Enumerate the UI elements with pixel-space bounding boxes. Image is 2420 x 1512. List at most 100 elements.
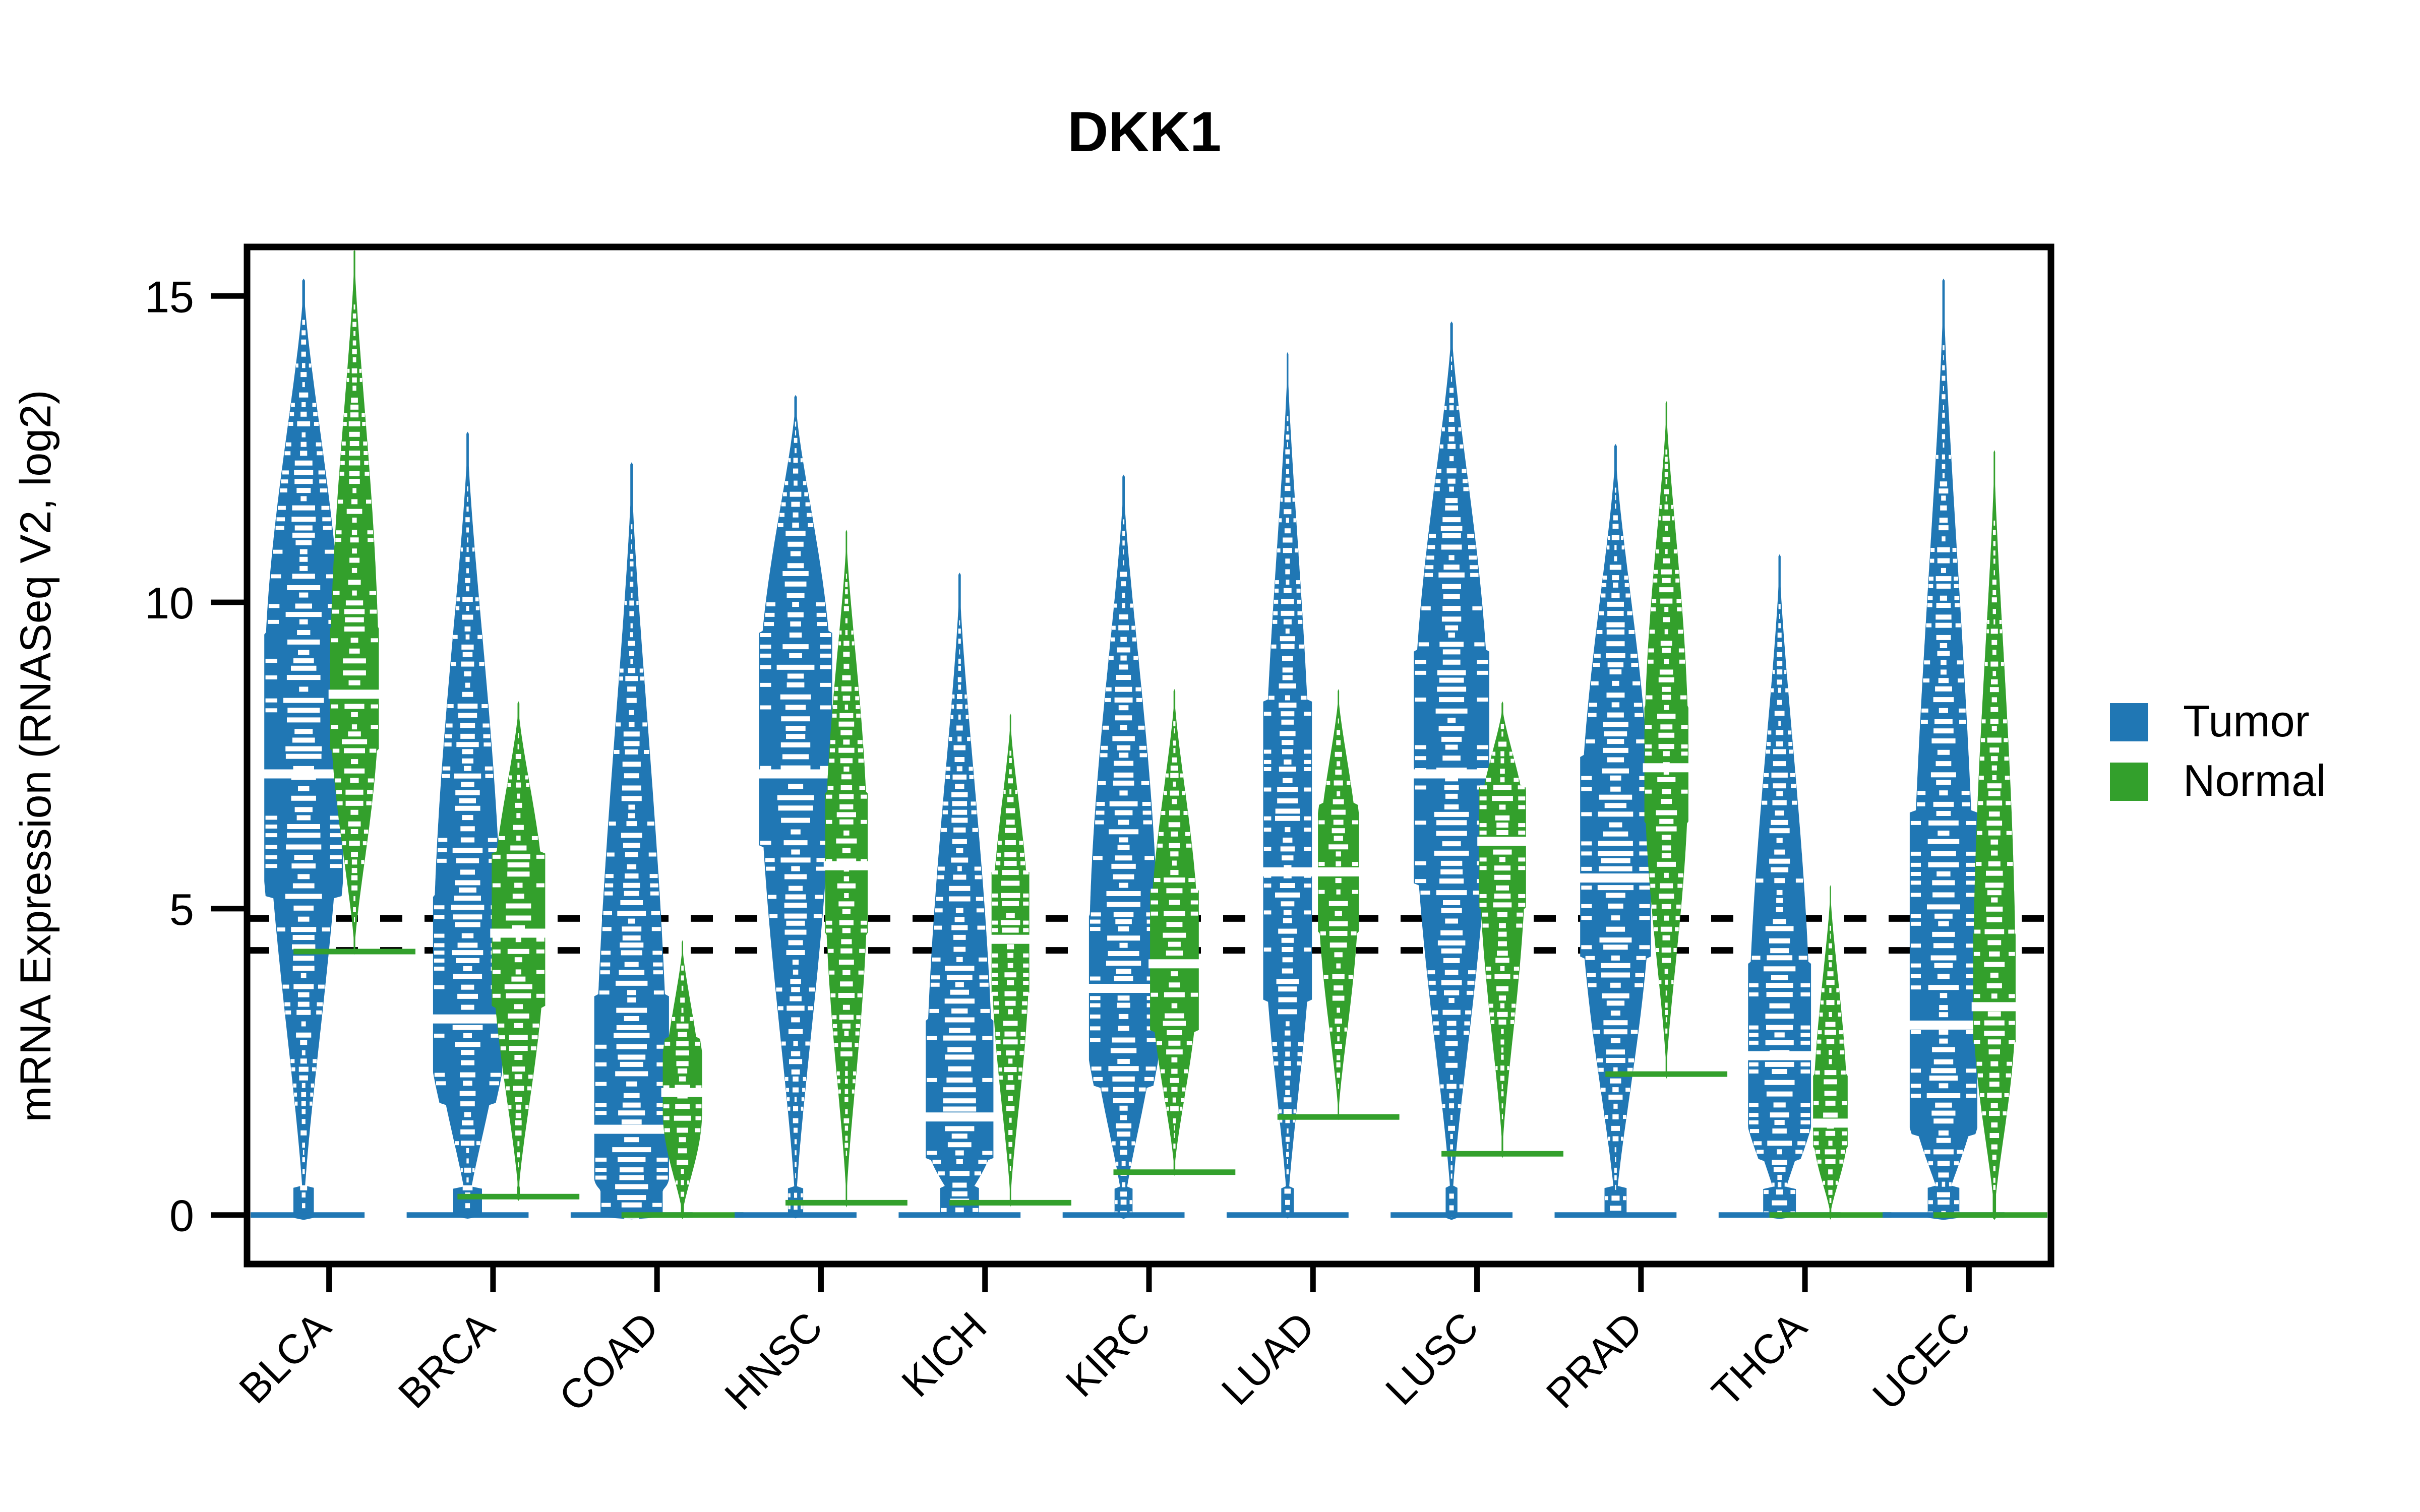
swarm-gap (1828, 1189, 1833, 1195)
swarm-gap (1286, 1169, 1289, 1175)
legend-label-normal[interactable]: Normal (2183, 755, 2326, 805)
swarm-gap (1113, 1098, 1134, 1103)
swarm-gap (457, 993, 478, 999)
swarm-gap (996, 852, 1001, 857)
swarm-gap (1829, 943, 1832, 949)
swarm-gap (622, 1102, 641, 1108)
swarm-gap (351, 568, 357, 573)
swarm-gap (1931, 738, 1956, 744)
swarm-gap (1988, 861, 2001, 867)
swarm-gap (287, 585, 321, 590)
legend-swatch-tumor[interactable] (2110, 703, 2148, 741)
swarm-gap (834, 1043, 838, 1047)
swarm-gap (506, 854, 530, 859)
swarm-gap (317, 451, 323, 456)
swarm-gap (1131, 625, 1135, 630)
swarm-gap (296, 815, 311, 821)
swarm-gap (507, 862, 529, 868)
swarm-gap (1436, 890, 1467, 896)
swarm-gap (1019, 841, 1023, 845)
swarm-gap (619, 676, 623, 681)
swarm-gap (789, 653, 802, 658)
swarm-gap (1764, 773, 1769, 777)
swarm-gap (648, 852, 656, 857)
swarm-gap (789, 633, 802, 638)
swarm-gap (1479, 866, 1487, 870)
swarm-gap (291, 665, 317, 671)
swarm-gap (1106, 687, 1112, 691)
swarm-gap (957, 677, 961, 682)
swarm-gap (674, 1115, 691, 1121)
swarm-gap (956, 957, 963, 962)
swarm-gap (841, 939, 852, 944)
swarm-gap (1141, 781, 1150, 785)
swarm-gap (676, 1041, 689, 1046)
swarm-gap (292, 574, 315, 579)
swarm-gap (2000, 629, 2003, 634)
swarm-gap (1275, 808, 1300, 814)
swarm-gap (1986, 917, 2003, 922)
swarm-gap (1116, 969, 1131, 974)
swarm-gap (1764, 966, 1796, 972)
swarm-gap (265, 845, 277, 849)
swarm-gap (1988, 791, 2001, 796)
swarm-gap (979, 957, 987, 962)
swarm-gap (1182, 1087, 1186, 1092)
swarm-gap (345, 800, 364, 806)
swarm-gap (971, 801, 976, 806)
swarm-gap (1285, 558, 1290, 564)
swarm-gap (283, 698, 324, 703)
swarm-gap (1768, 730, 1772, 735)
swarm-gap (956, 704, 963, 710)
swarm-gap (626, 1081, 637, 1087)
swarm-gap (802, 1088, 805, 1092)
swarm-gap (536, 949, 544, 954)
swarm-gap (1830, 933, 1831, 939)
swarm-gap (953, 874, 966, 880)
swarm-gap (1113, 780, 1134, 786)
swarm-gap (838, 747, 855, 753)
swarm-gap (1665, 496, 1667, 501)
swarm-gap (845, 582, 848, 587)
swarm-gap (1023, 973, 1029, 977)
swarm-gap (1645, 789, 1652, 794)
swarm-gap (1935, 1102, 1952, 1108)
swarm-gap (285, 746, 322, 751)
swarm-gap (1774, 1120, 1785, 1125)
swarm-gap (265, 833, 277, 838)
swarm-gap (1671, 980, 1674, 984)
legend-swatch-normal[interactable] (2110, 763, 2148, 801)
swarm-gap (1285, 449, 1290, 455)
swarm-gap (1286, 1152, 1289, 1157)
swarm-gap (1093, 1077, 1103, 1081)
swarm-gap (1277, 798, 1298, 804)
swarm-gap (1800, 992, 1810, 997)
median-line (1811, 1118, 1849, 1128)
swarm-gap (1171, 831, 1178, 837)
swarm-gap (1606, 545, 1610, 550)
swarm-gap (1662, 648, 1671, 653)
swarm-gap (614, 1033, 650, 1038)
swarm-gap (816, 612, 826, 617)
swarm-gap (1769, 858, 1790, 864)
swarm-gap (780, 742, 811, 747)
swarm-gap (1631, 663, 1639, 667)
swarm-gap (438, 838, 448, 842)
legend-label-tumor[interactable]: Tumor (2183, 696, 2310, 746)
swarm-gap (301, 1109, 306, 1114)
swarm-gap (317, 1002, 323, 1006)
swarm-gap (1023, 991, 1029, 996)
swarm-gap (843, 606, 849, 611)
swarm-gap (1415, 670, 1426, 675)
swarm-gap (1989, 1111, 2000, 1116)
swarm-gap (1106, 961, 1141, 966)
swarm-gap (1415, 698, 1426, 702)
swarm-gap (836, 812, 856, 817)
swarm-gap (1940, 505, 1947, 511)
swarm-gap (1448, 436, 1455, 442)
swarm-gap (1009, 1154, 1012, 1159)
swarm-gap (787, 673, 804, 679)
swarm-gap (1173, 721, 1176, 727)
swarm-gap (286, 844, 322, 850)
swarm-gap (1659, 818, 1674, 824)
